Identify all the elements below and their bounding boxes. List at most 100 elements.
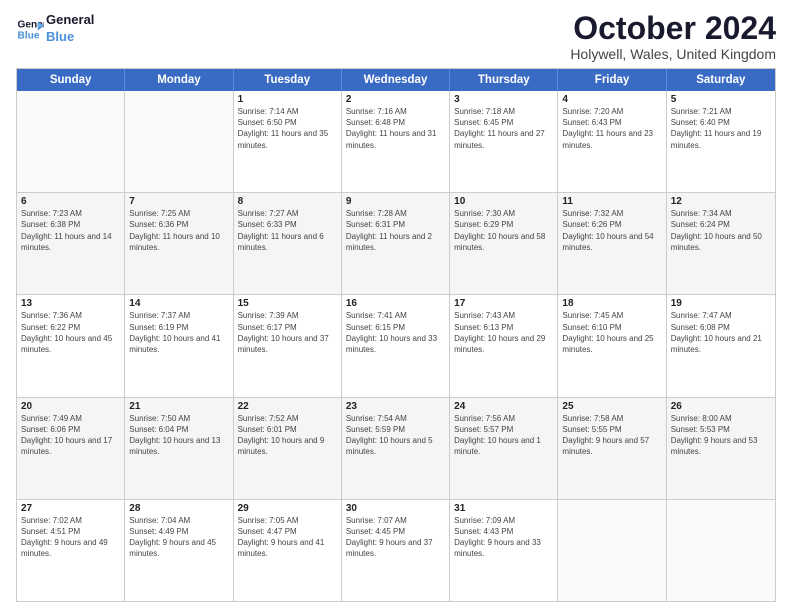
month-title: October 2024 [570,12,776,44]
cell-details: Sunrise: 7:21 AM Sunset: 6:40 PM Dayligh… [671,106,771,151]
day-number: 22 [238,401,337,412]
calendar-row: 6Sunrise: 7:23 AM Sunset: 6:38 PM Daylig… [17,192,775,294]
weekday-header: Saturday [667,69,775,91]
calendar-cell [558,500,666,601]
calendar-cell: 14Sunrise: 7:37 AM Sunset: 6:19 PM Dayli… [125,295,233,396]
day-number: 2 [346,94,445,105]
cell-details: Sunrise: 7:50 AM Sunset: 6:04 PM Dayligh… [129,413,228,458]
cell-details: Sunrise: 8:00 AM Sunset: 5:53 PM Dayligh… [671,413,771,458]
day-number: 12 [671,196,771,207]
day-number: 27 [21,503,120,514]
day-number: 5 [671,94,771,105]
calendar-cell: 20Sunrise: 7:49 AM Sunset: 6:06 PM Dayli… [17,398,125,499]
weekday-header: Friday [558,69,666,91]
calendar-cell: 23Sunrise: 7:54 AM Sunset: 5:59 PM Dayli… [342,398,450,499]
calendar-row: 27Sunrise: 7:02 AM Sunset: 4:51 PM Dayli… [17,499,775,601]
calendar-header: SundayMondayTuesdayWednesdayThursdayFrid… [17,69,775,91]
day-number: 26 [671,401,771,412]
weekday-header: Tuesday [234,69,342,91]
calendar-cell: 5Sunrise: 7:21 AM Sunset: 6:40 PM Daylig… [667,91,775,192]
cell-details: Sunrise: 7:27 AM Sunset: 6:33 PM Dayligh… [238,208,337,253]
weekday-header: Monday [125,69,233,91]
cell-details: Sunrise: 7:49 AM Sunset: 6:06 PM Dayligh… [21,413,120,458]
cell-details: Sunrise: 7:54 AM Sunset: 5:59 PM Dayligh… [346,413,445,458]
cell-details: Sunrise: 7:04 AM Sunset: 4:49 PM Dayligh… [129,515,228,560]
day-number: 30 [346,503,445,514]
cell-details: Sunrise: 7:45 AM Sunset: 6:10 PM Dayligh… [562,310,661,355]
calendar-row: 1Sunrise: 7:14 AM Sunset: 6:50 PM Daylig… [17,91,775,192]
cell-details: Sunrise: 7:58 AM Sunset: 5:55 PM Dayligh… [562,413,661,458]
calendar-cell: 2Sunrise: 7:16 AM Sunset: 6:48 PM Daylig… [342,91,450,192]
calendar-cell: 10Sunrise: 7:30 AM Sunset: 6:29 PM Dayli… [450,193,558,294]
logo: General Blue General Blue [16,12,94,46]
calendar-cell: 12Sunrise: 7:34 AM Sunset: 6:24 PM Dayli… [667,193,775,294]
day-number: 7 [129,196,228,207]
cell-details: Sunrise: 7:09 AM Sunset: 4:43 PM Dayligh… [454,515,553,560]
day-number: 20 [21,401,120,412]
cell-details: Sunrise: 7:18 AM Sunset: 6:45 PM Dayligh… [454,106,553,151]
calendar-cell: 3Sunrise: 7:18 AM Sunset: 6:45 PM Daylig… [450,91,558,192]
cell-details: Sunrise: 7:52 AM Sunset: 6:01 PM Dayligh… [238,413,337,458]
weekday-header: Sunday [17,69,125,91]
calendar-cell [125,91,233,192]
day-number: 6 [21,196,120,207]
day-number: 15 [238,298,337,309]
day-number: 29 [238,503,337,514]
day-number: 13 [21,298,120,309]
calendar-body: 1Sunrise: 7:14 AM Sunset: 6:50 PM Daylig… [17,91,775,601]
calendar-cell: 15Sunrise: 7:39 AM Sunset: 6:17 PM Dayli… [234,295,342,396]
calendar-cell: 9Sunrise: 7:28 AM Sunset: 6:31 PM Daylig… [342,193,450,294]
day-number: 14 [129,298,228,309]
calendar-cell: 31Sunrise: 7:09 AM Sunset: 4:43 PM Dayli… [450,500,558,601]
logo-icon: General Blue [16,15,44,43]
calendar-cell: 30Sunrise: 7:07 AM Sunset: 4:45 PM Dayli… [342,500,450,601]
weekday-header: Thursday [450,69,558,91]
calendar-cell: 6Sunrise: 7:23 AM Sunset: 6:38 PM Daylig… [17,193,125,294]
calendar-cell: 22Sunrise: 7:52 AM Sunset: 6:01 PM Dayli… [234,398,342,499]
day-number: 21 [129,401,228,412]
cell-details: Sunrise: 7:47 AM Sunset: 6:08 PM Dayligh… [671,310,771,355]
cell-details: Sunrise: 7:37 AM Sunset: 6:19 PM Dayligh… [129,310,228,355]
calendar-cell: 8Sunrise: 7:27 AM Sunset: 6:33 PM Daylig… [234,193,342,294]
cell-details: Sunrise: 7:39 AM Sunset: 6:17 PM Dayligh… [238,310,337,355]
day-number: 17 [454,298,553,309]
calendar-cell: 24Sunrise: 7:56 AM Sunset: 5:57 PM Dayli… [450,398,558,499]
weekday-header: Wednesday [342,69,450,91]
cell-details: Sunrise: 7:30 AM Sunset: 6:29 PM Dayligh… [454,208,553,253]
day-number: 9 [346,196,445,207]
day-number: 31 [454,503,553,514]
day-number: 4 [562,94,661,105]
cell-details: Sunrise: 7:07 AM Sunset: 4:45 PM Dayligh… [346,515,445,560]
calendar-cell: 7Sunrise: 7:25 AM Sunset: 6:36 PM Daylig… [125,193,233,294]
svg-text:Blue: Blue [18,30,40,41]
cell-details: Sunrise: 7:28 AM Sunset: 6:31 PM Dayligh… [346,208,445,253]
day-number: 3 [454,94,553,105]
calendar-cell: 29Sunrise: 7:05 AM Sunset: 4:47 PM Dayli… [234,500,342,601]
cell-details: Sunrise: 7:36 AM Sunset: 6:22 PM Dayligh… [21,310,120,355]
calendar-cell: 16Sunrise: 7:41 AM Sunset: 6:15 PM Dayli… [342,295,450,396]
day-number: 16 [346,298,445,309]
calendar-cell: 19Sunrise: 7:47 AM Sunset: 6:08 PM Dayli… [667,295,775,396]
calendar-cell [667,500,775,601]
calendar-cell: 25Sunrise: 7:58 AM Sunset: 5:55 PM Dayli… [558,398,666,499]
day-number: 23 [346,401,445,412]
day-number: 28 [129,503,228,514]
cell-details: Sunrise: 7:25 AM Sunset: 6:36 PM Dayligh… [129,208,228,253]
calendar-cell: 17Sunrise: 7:43 AM Sunset: 6:13 PM Dayli… [450,295,558,396]
calendar-cell: 18Sunrise: 7:45 AM Sunset: 6:10 PM Dayli… [558,295,666,396]
cell-details: Sunrise: 7:23 AM Sunset: 6:38 PM Dayligh… [21,208,120,253]
day-number: 18 [562,298,661,309]
calendar-cell: 21Sunrise: 7:50 AM Sunset: 6:04 PM Dayli… [125,398,233,499]
cell-details: Sunrise: 7:34 AM Sunset: 6:24 PM Dayligh… [671,208,771,253]
cell-details: Sunrise: 7:14 AM Sunset: 6:50 PM Dayligh… [238,106,337,151]
cell-details: Sunrise: 7:05 AM Sunset: 4:47 PM Dayligh… [238,515,337,560]
day-number: 24 [454,401,553,412]
calendar-row: 13Sunrise: 7:36 AM Sunset: 6:22 PM Dayli… [17,294,775,396]
calendar-cell: 1Sunrise: 7:14 AM Sunset: 6:50 PM Daylig… [234,91,342,192]
day-number: 1 [238,94,337,105]
calendar-cell: 4Sunrise: 7:20 AM Sunset: 6:43 PM Daylig… [558,91,666,192]
title-block: October 2024 Holywell, Wales, United Kin… [570,12,776,62]
day-number: 19 [671,298,771,309]
calendar-cell [17,91,125,192]
calendar-cell: 26Sunrise: 8:00 AM Sunset: 5:53 PM Dayli… [667,398,775,499]
